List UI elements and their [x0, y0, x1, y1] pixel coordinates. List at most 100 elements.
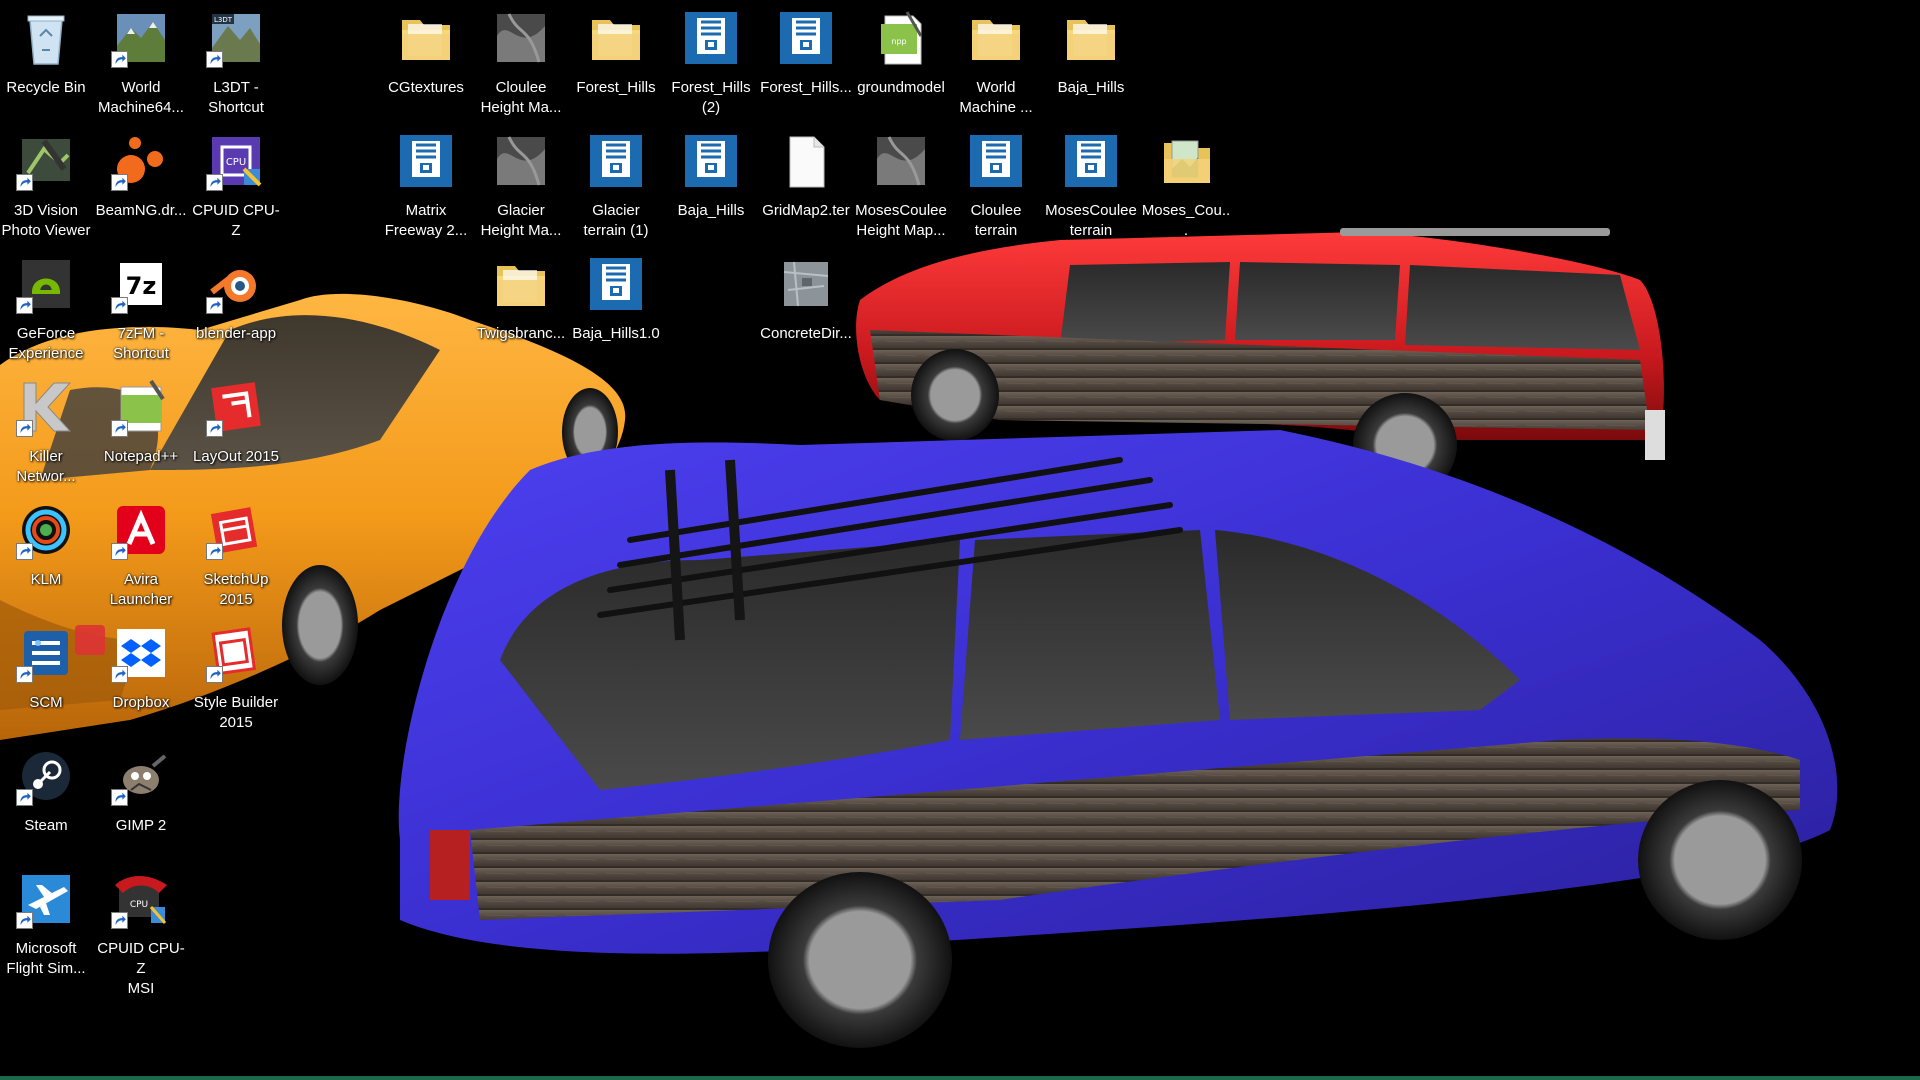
desktop-icon[interactable]: Avira Launcher: [95, 492, 187, 612]
desktop-icon-label: Glacier Height Ma...: [480, 202, 562, 239]
desktop-icon[interactable]: L3DT L3DT - Shortcut: [190, 0, 282, 120]
desktop-icon-label: CPUID CPU-Z: [192, 202, 280, 239]
shortcut-arrow-icon: [206, 174, 223, 191]
desktop-icon[interactable]: SketchUp 2015: [190, 492, 282, 612]
desktop-icon[interactable]: Steam: [0, 738, 92, 858]
desktop-icon[interactable]: KLM: [0, 492, 92, 612]
desktop-icon-label: 3D Vision Photo Viewer: [1, 202, 91, 239]
desktop-icon-label: GIMP 2: [115, 817, 167, 834]
desktop-icon[interactable]: 7z 7zFM - Shortcut: [95, 246, 187, 366]
shortcut-arrow-icon: [206, 51, 223, 68]
desktop-icon[interactable]: CPU CPUID CPU-Z MSI: [95, 861, 187, 997]
zip-archive-icon: [584, 129, 648, 193]
desktop-icon-label: Matrix Freeway 2...: [384, 202, 468, 239]
zip-archive-icon: [584, 252, 648, 316]
zip-archive-icon: [679, 6, 743, 70]
desktop-icon[interactable]: Forest_Hills...: [760, 0, 852, 120]
desktop-icon[interactable]: Glacier terrain (1): [570, 123, 662, 243]
desktop-icon[interactable]: Forest_Hills (2): [665, 0, 757, 120]
desktop-icon[interactable]: Notepad++: [95, 369, 187, 489]
desktop-icon-label: Forest_Hills (2): [671, 79, 751, 116]
desktop-icon[interactable]: Baja_Hills: [665, 123, 757, 243]
notepadpp-icon: [109, 375, 173, 439]
shortcut-arrow-icon: [206, 420, 223, 437]
desktop-icon-label: Forest_Hills...: [760, 79, 852, 96]
cpu-z-msi-icon: CPU: [109, 867, 173, 931]
sketchup-icon: [204, 498, 268, 562]
geforce-icon: [14, 252, 78, 316]
desktop-icon[interactable]: npp groundmodel: [855, 0, 947, 120]
shortcut-arrow-icon: [111, 912, 128, 929]
desktop-icon[interactable]: Baja_Hills: [1045, 0, 1137, 120]
desktop-icon[interactable]: Baja_Hills1.0: [570, 246, 662, 366]
beamng-icon: [109, 129, 173, 193]
desktop-icon-label: Recycle Bin: [6, 79, 86, 96]
desktop-icon[interactable]: Twigsbranc...: [475, 246, 567, 366]
desktop-icon[interactable]: Forest_Hills: [570, 0, 662, 120]
desktop-icon[interactable]: 3D Vision Photo Viewer: [0, 123, 92, 243]
desktop-icon[interactable]: Recycle Bin: [0, 0, 92, 120]
desktop-icon[interactable]: Moses_Cou...: [1140, 123, 1232, 243]
folder-icon: [1059, 6, 1123, 70]
desktop-icon-label: Forest_Hills: [576, 79, 656, 96]
notepadpp-file-icon: npp: [869, 6, 933, 70]
zip-archive-icon: [679, 129, 743, 193]
desktop-icon[interactable]: SCM: [0, 615, 92, 735]
desktop-icon-label: CGtextures: [388, 79, 464, 96]
heightmap-image-icon: [869, 129, 933, 193]
desktop-icon-label: blender-app: [195, 325, 277, 342]
desktop-icon[interactable]: MosesCoulee terrain: [1045, 123, 1137, 243]
desktop-icon[interactable]: Style Builder 2015: [190, 615, 282, 735]
desktop-icon[interactable]: Microsoft Flight Sim...: [0, 861, 92, 981]
shortcut-arrow-icon: [111, 666, 128, 683]
desktop-icon[interactable]: GridMap2.ter: [760, 123, 852, 243]
desktop-icon[interactable]: CPU CPUID CPU-Z: [190, 123, 282, 243]
desktop-icon-label: GridMap2.ter: [762, 202, 850, 219]
avira-icon: [109, 498, 173, 562]
folder-icon: [964, 6, 1028, 70]
concrete-texture-icon: [774, 252, 838, 316]
shortcut-arrow-icon: [206, 666, 223, 683]
desktop-icon[interactable]: MosesCoulee Height Map...: [855, 123, 947, 243]
desktop-icon-label: ConcreteDir...: [760, 325, 852, 342]
desktop-icon-label: World Machine ...: [959, 79, 1033, 116]
desktop-icon-label: Steam: [24, 817, 68, 834]
desktop-icon[interactable]: GeForce Experience: [0, 246, 92, 366]
desktop-icon[interactable]: LayOut 2015: [190, 369, 282, 489]
desktop-icon[interactable]: ConcreteDir...: [760, 246, 852, 366]
cpu-z-icon: CPU: [204, 129, 268, 193]
desktop-icon[interactable]: GIMP 2: [95, 738, 187, 858]
shortcut-arrow-icon: [111, 420, 128, 437]
svg-text:7z: 7z: [126, 272, 157, 300]
desktop-icon-grid: Recycle Bin World Machine64... L3DT L3DT - …: [0, 0, 1920, 1080]
desktop-icon[interactable]: Killer Networ...: [0, 369, 92, 489]
shortcut-arrow-icon: [16, 297, 33, 314]
desktop-icon[interactable]: Matrix Freeway 2...: [380, 123, 472, 243]
shortcut-arrow-icon: [111, 543, 128, 560]
desktop-icon-label: Moses_Cou...: [1141, 202, 1231, 239]
shortcut-arrow-icon: [16, 543, 33, 560]
desktop-icon[interactable]: Cloulee Height Ma...: [475, 0, 567, 120]
heightmap-image-icon: [489, 129, 553, 193]
image-folder-icon: [1154, 129, 1218, 193]
desktop-icon[interactable]: blender-app: [190, 246, 282, 366]
desktop-icon-label: LayOut 2015: [193, 448, 279, 465]
shortcut-arrow-icon: [16, 174, 33, 191]
scm-icon: [14, 621, 78, 685]
desktop-icon[interactable]: CGtextures: [380, 0, 472, 120]
gimp-icon: [109, 744, 173, 808]
zip-archive-icon: [774, 6, 838, 70]
desktop-icon[interactable]: Glacier Height Ma...: [475, 123, 567, 243]
desktop[interactable]: Recycle Bin World Machine64... L3DT L3DT - …: [0, 0, 1920, 1080]
desktop-icon-label: World Machine64...: [98, 79, 184, 116]
shortcut-arrow-icon: [111, 174, 128, 191]
desktop-icon[interactable]: Dropbox: [95, 615, 187, 735]
killer-network-icon: [14, 375, 78, 439]
desktop-icon[interactable]: BeamNG.dr...: [95, 123, 187, 243]
folder-icon: [584, 6, 648, 70]
flight-sim-icon: [14, 867, 78, 931]
desktop-icon[interactable]: Cloulee terrain: [950, 123, 1042, 243]
desktop-icon[interactable]: World Machine ...: [950, 0, 1042, 120]
desktop-icon[interactable]: World Machine64...: [95, 0, 187, 120]
shortcut-arrow-icon: [111, 51, 128, 68]
